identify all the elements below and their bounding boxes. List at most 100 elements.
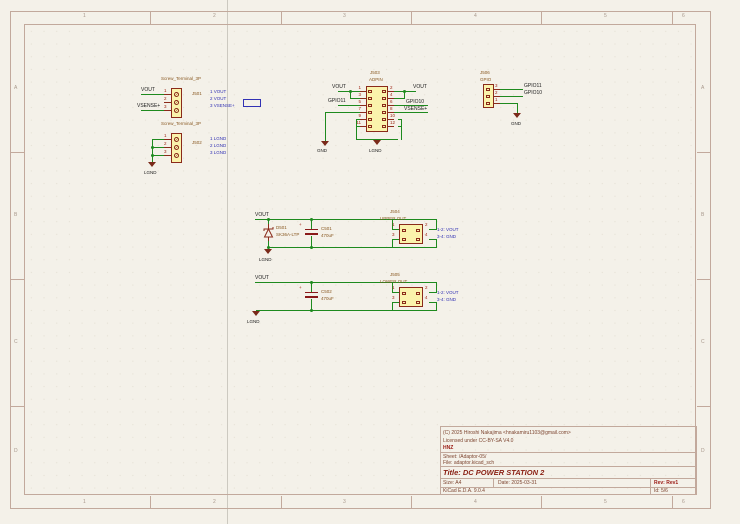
pin-number: 4: [425, 295, 428, 300]
zone-col-label: 4: [474, 13, 477, 19]
pin-square: [402, 301, 406, 304]
sheet-id: Id: 5/6: [654, 488, 668, 494]
pin-number: 1: [358, 85, 361, 90]
d501-diode-symbol[interactable]: [262, 224, 275, 241]
zone-tick: [672, 12, 673, 24]
zone-row-label: C: [14, 339, 18, 345]
gnd-label: GND: [317, 148, 327, 153]
pin-number: 2: [390, 85, 393, 90]
pin-number: 4: [390, 92, 393, 97]
wire: [268, 247, 437, 248]
zone-row-label: B: [14, 212, 18, 218]
zone-col-label: 1: [83, 499, 86, 505]
gnd-label: GND: [511, 121, 521, 126]
zone-tick: [11, 152, 24, 153]
pin-number: 6: [390, 99, 393, 104]
zone-tick: [672, 496, 673, 509]
pin-number: 1: [164, 133, 167, 138]
schematic-sheet: 1 2 3 4 5 6 1 2 3 4 5 6 A B C D A B C D …: [0, 0, 740, 524]
j501-value: Screw_Terminal_3P: [161, 76, 202, 81]
pin-number: 9: [358, 113, 361, 118]
j506-connector-body[interactable]: [483, 84, 494, 108]
wire: [152, 139, 164, 140]
pin-number: 7: [358, 106, 361, 111]
pin-stub: [164, 94, 171, 95]
net-label-vout: VOUT: [255, 212, 269, 218]
junction-dot: [403, 90, 406, 93]
wire: [141, 94, 164, 95]
pin-number: 4: [425, 232, 428, 237]
screw-terminal-pin: [174, 145, 179, 150]
d501-value: SK36A-LTP: [276, 232, 300, 237]
net-label-vout: VOUT: [255, 275, 269, 281]
cap-plate: [305, 296, 318, 298]
wire: [311, 282, 312, 292]
zone-tick: [11, 279, 24, 280]
pin-square: [382, 97, 386, 100]
pin-note: 2 LGND: [210, 143, 227, 148]
wire: [152, 139, 153, 162]
wire: [311, 219, 312, 229]
net-label-gpio11: GPIO11: [524, 83, 542, 89]
pin-number: 2: [164, 141, 167, 146]
cap-plate: [305, 292, 318, 293]
j503-ref: J503: [370, 70, 380, 75]
j502-connector-body[interactable]: [171, 133, 182, 163]
zone-row-label: B: [701, 212, 705, 218]
pin-number: 12: [390, 120, 396, 125]
d501-ref: D501: [276, 225, 287, 230]
screw-terminal-pin: [174, 100, 179, 105]
wire: [325, 112, 326, 141]
wire: [392, 302, 399, 303]
zone-row-label: A: [701, 85, 705, 91]
j503-connector-body[interactable]: [366, 86, 388, 132]
title-block-divider: [440, 452, 697, 453]
zone-row-label: D: [14, 448, 18, 454]
pin-square: [402, 238, 406, 241]
zone-tick: [541, 12, 542, 24]
zone-col-label: 2: [213, 499, 216, 505]
wire: [356, 126, 357, 139]
j501-connector-body[interactable]: [171, 88, 182, 118]
pin-square: [368, 104, 372, 107]
net-label-vout: VOUT: [413, 84, 427, 90]
pin-square: [416, 292, 420, 295]
zone-col-label: 2: [213, 13, 216, 19]
net-label-gpio11: GPIO11: [328, 98, 346, 104]
cap-plus-sign: +: [299, 285, 302, 290]
j504-connector-body[interactable]: [399, 224, 423, 244]
wire: [255, 219, 436, 220]
wire: [338, 105, 360, 106]
copyright-text: (C) 2025 Hiroshi Nakajima <hnakamiru1103…: [443, 430, 571, 436]
pin-square: [368, 125, 372, 128]
pin-note: 3 VSENSE+: [210, 103, 235, 108]
title-block-divider: [440, 466, 697, 467]
junction-dot: [151, 146, 154, 149]
wire: [392, 302, 393, 311]
pin-number: 3: [358, 92, 361, 97]
pin-number: 3: [495, 83, 498, 88]
net-label-vout: VOUT: [141, 87, 155, 93]
wire: [500, 96, 523, 97]
paper-size: Size: A4: [443, 480, 462, 486]
pin-stub: [164, 102, 171, 103]
pin-square: [368, 90, 372, 93]
pin-stub: [164, 139, 171, 140]
wire: [436, 302, 437, 311]
pin-number: 2: [425, 285, 428, 290]
pin-number: 1: [392, 222, 395, 227]
cap-plus-sign: +: [299, 222, 302, 227]
pin-stub: [164, 155, 171, 156]
pin-number: 3: [392, 232, 395, 237]
zone-col-label: 4: [474, 499, 477, 505]
j505-connector-body[interactable]: [399, 287, 423, 307]
pin-square: [382, 111, 386, 114]
zone-tick: [411, 496, 412, 509]
zone-col-label: 3: [343, 499, 346, 505]
zone-col-label: 1: [83, 13, 86, 19]
pin-square: [416, 301, 420, 304]
tool-version: KiCad E.D.A. 9.0.4: [443, 488, 485, 494]
j502-ref: J502: [192, 140, 202, 145]
annotation-box[interactable]: [243, 99, 261, 107]
pin-note: 1-2: VOUT: [437, 290, 459, 295]
